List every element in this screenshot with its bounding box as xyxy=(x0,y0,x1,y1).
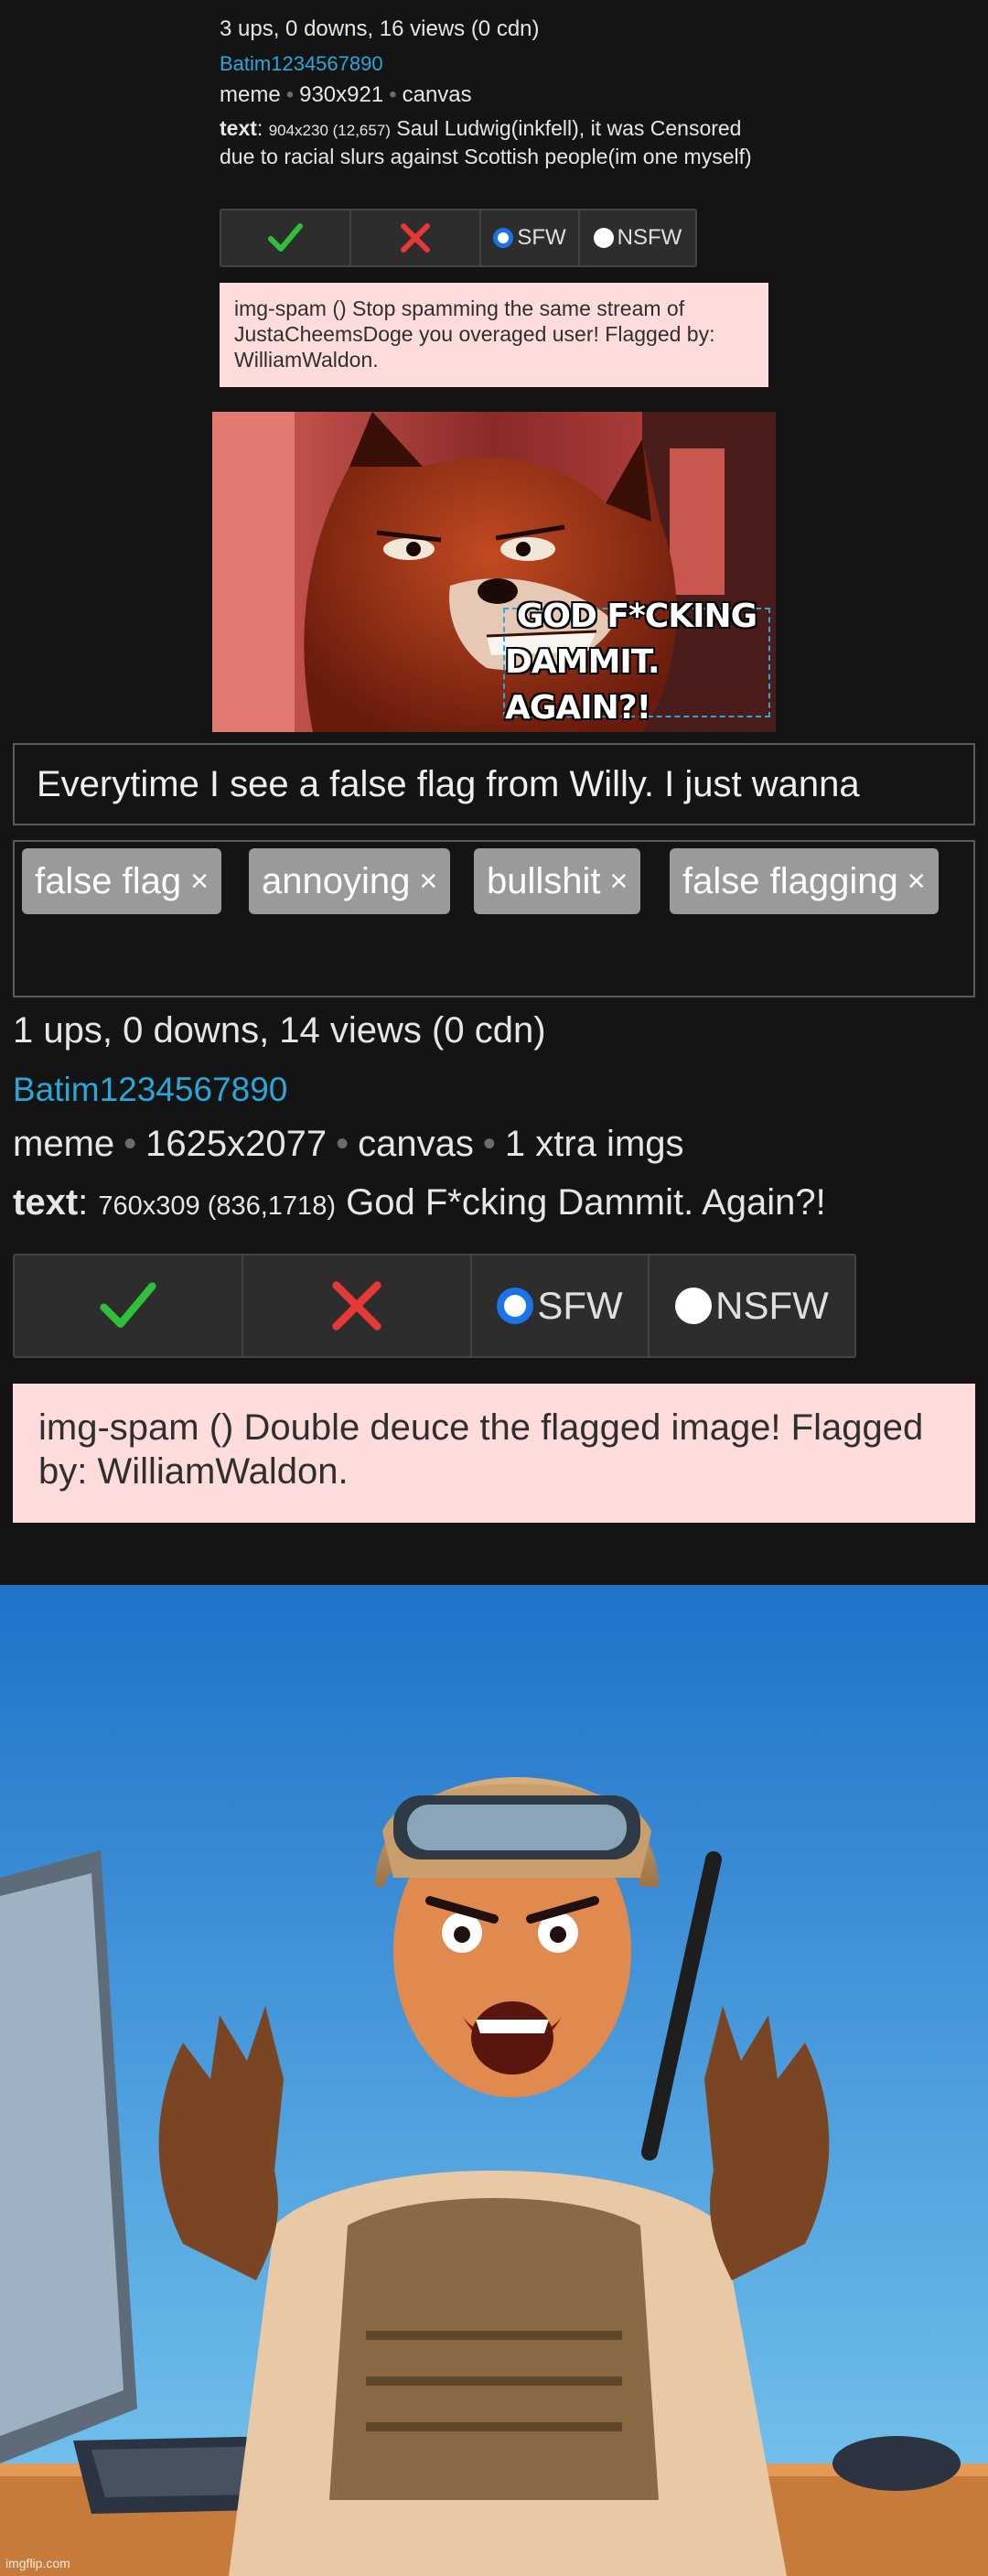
tag-remove-icon[interactable]: × xyxy=(907,864,926,900)
imgflip-watermark: imgflip.com xyxy=(5,2556,70,2571)
sfw-label: SFW xyxy=(537,1284,623,1327)
tag-chip: bullshit × xyxy=(474,848,641,914)
main-post-text-dims: 760x309 (836,1718) xyxy=(98,1191,336,1221)
fox-caption-line1: GOD F*CKING xyxy=(516,598,757,635)
tag-chip: false flagging × xyxy=(670,848,939,914)
check-icon xyxy=(268,223,303,252)
tag-label: annoying xyxy=(262,860,411,901)
main-flag-notice: img-spam () Double deuce the flagged ima… xyxy=(13,1384,975,1523)
approve-button[interactable] xyxy=(13,1254,243,1358)
main-post-text-value: God F*cking Dammit. Again?! xyxy=(346,1182,826,1223)
fox-caption-line2: DAMMIT. AGAIN?! xyxy=(505,643,660,727)
tag-chip: annoying × xyxy=(249,848,451,914)
main-post-extra-images: 1 xtra imgs xyxy=(504,1124,684,1164)
top-post-text-label: text xyxy=(220,116,257,140)
main-vote-bar: SFW NSFW xyxy=(13,1254,856,1358)
tag-chip: false flag × xyxy=(22,848,221,914)
top-sfw-radio[interactable]: SFW xyxy=(481,209,580,267)
top-post-username-link[interactable]: Batim1234567890 xyxy=(220,52,383,76)
main-post-type: meme xyxy=(13,1124,115,1164)
main-post-meta: meme • 1625x2077 • canvas • 1 xtra imgs xyxy=(13,1124,684,1164)
tag-remove-icon[interactable]: × xyxy=(610,864,628,900)
tag-label: false flag xyxy=(35,860,182,901)
radio-selected-icon xyxy=(497,1288,534,1324)
top-post-text-row: text: 904x230 (12,657) Saul Ludwig(inkfe… xyxy=(220,116,752,168)
top-post-meta: meme • 930x921 • canvas xyxy=(220,82,472,107)
top-post-text-dims: 904x230 (12,657) xyxy=(268,122,391,139)
main-post-dimensions: 1625x2077 xyxy=(145,1124,328,1164)
main-post-stats: 1 ups, 0 downs, 14 views (0 cdn) xyxy=(13,1010,546,1051)
top-flag-notice: img-spam () Stop spamming the same strea… xyxy=(220,283,768,387)
nsfw-label: NSFW xyxy=(715,1284,829,1327)
main-post-text-row: text: 760x309 (836,1718) God F*cking Dam… xyxy=(13,1182,826,1223)
radio-unselected-icon xyxy=(593,228,614,248)
x-icon xyxy=(401,223,430,253)
radio-unselected-icon xyxy=(675,1288,713,1324)
main-post-text-label: text xyxy=(13,1182,79,1223)
top-post-stats: 3 ups, 0 downs, 16 views (0 cdn) xyxy=(220,16,540,41)
tag-label: false flagging xyxy=(682,860,898,901)
top-nsfw-label: NSFW xyxy=(617,225,682,250)
reject-button[interactable] xyxy=(243,1254,472,1358)
soldier-illustration xyxy=(0,1585,988,2576)
top-sfw-label: SFW xyxy=(517,225,566,250)
nsfw-radio[interactable]: NSFW xyxy=(650,1254,856,1358)
tag-remove-icon[interactable]: × xyxy=(190,864,209,900)
fox-meme-image: GOD F*CKING DAMMIT. AGAIN?! xyxy=(212,412,776,732)
top-approve-button[interactable] xyxy=(220,209,351,267)
top-post-mode: canvas xyxy=(402,82,472,107)
soldier-meme-image xyxy=(0,1585,988,2576)
top-reject-button[interactable] xyxy=(351,209,481,267)
fox-caption-box: GOD F*CKING DAMMIT. AGAIN?! xyxy=(503,598,770,727)
tags-input[interactable]: false flag × annoying × bullshit × false fl… xyxy=(13,840,975,997)
main-post-username-link[interactable]: Batim1234567890 xyxy=(13,1071,287,1109)
top-post-vote-bar: SFW NSFW xyxy=(220,209,697,267)
title-input[interactable]: Everytime I see a false flag from Willy.… xyxy=(13,743,975,825)
top-nsfw-radio[interactable]: NSFW xyxy=(580,209,697,267)
main-post-mode: canvas xyxy=(358,1124,474,1164)
sfw-radio[interactable]: SFW xyxy=(472,1254,650,1358)
check-icon xyxy=(100,1282,156,1328)
radio-selected-icon xyxy=(493,228,514,248)
top-post-dimensions: 930x921 xyxy=(299,82,384,107)
top-post-panel: 3 ups, 0 downs, 16 views (0 cdn) Batim12… xyxy=(0,0,988,410)
tag-remove-icon[interactable]: × xyxy=(419,864,437,900)
top-post-type: meme xyxy=(220,82,281,107)
tag-label: bullshit xyxy=(487,860,601,901)
x-icon xyxy=(332,1281,381,1331)
